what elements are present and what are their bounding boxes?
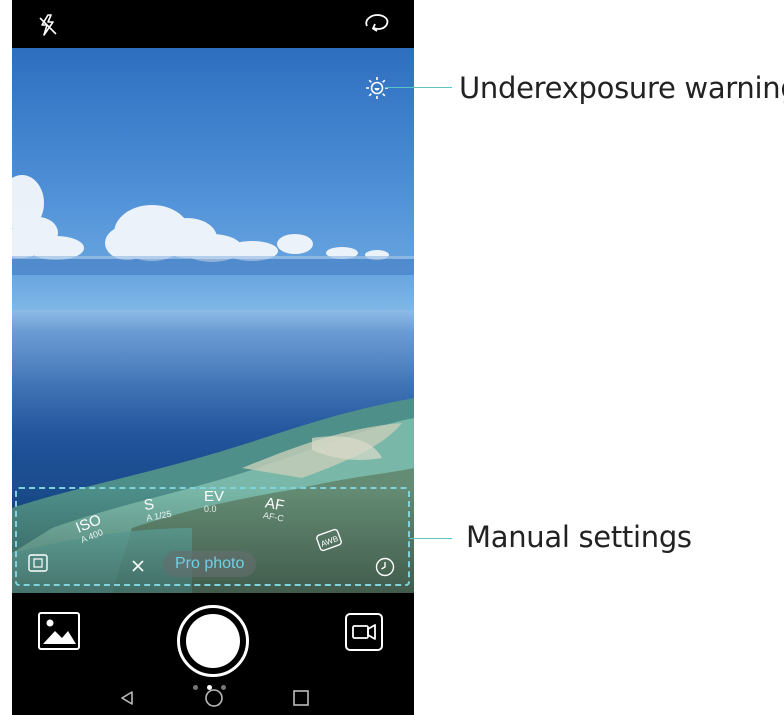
nav-home-icon[interactable] (204, 688, 224, 708)
pro-photo-mode-label[interactable]: Pro photo (163, 551, 257, 577)
phone-screen: ISO A 400 S A 1/25 EV 0.0 AF AF-C AWB (12, 0, 414, 715)
record-video-icon[interactable] (344, 612, 384, 652)
gallery-thumbnail-icon[interactable] (37, 611, 81, 651)
top-bar (12, 0, 414, 48)
underexposure-warning-icon (366, 77, 388, 99)
manual-settings-callout: Manual settings (466, 520, 692, 554)
page-dot-1 (193, 685, 198, 690)
nav-recents-icon[interactable] (292, 689, 310, 707)
switch-camera-icon[interactable] (362, 12, 392, 36)
flash-off-icon[interactable] (36, 12, 60, 38)
underexposure-callout: Underexposure warning (459, 71, 784, 105)
shutter-button-inner (186, 614, 240, 668)
nav-back-icon[interactable] (118, 689, 136, 707)
underexposure-callout-line (385, 87, 452, 88)
manual-settings-callout-line (409, 538, 452, 539)
shutter-button[interactable] (177, 605, 249, 677)
